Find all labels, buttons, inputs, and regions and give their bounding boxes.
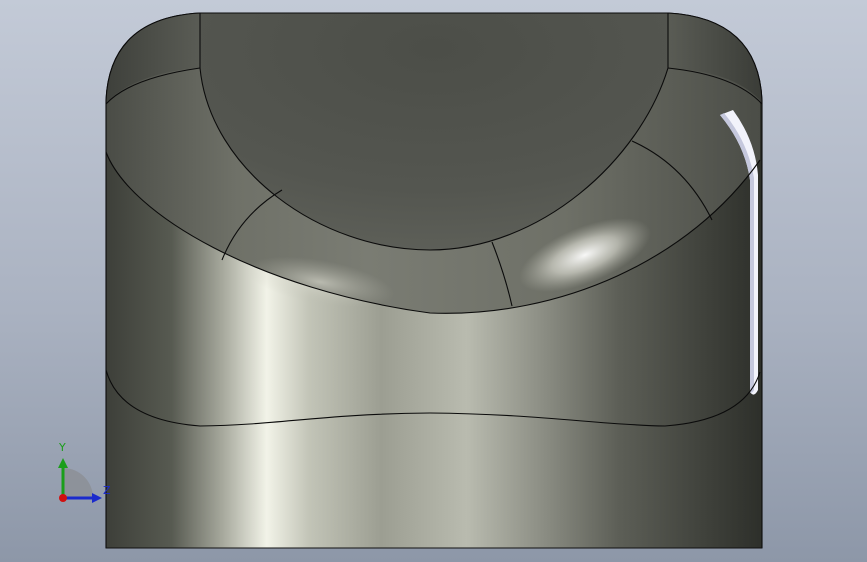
- xy-plane-indicator: [63, 468, 93, 498]
- z-axis-arrowhead: [92, 493, 102, 503]
- z-axis-label: Z: [103, 484, 111, 497]
- 3d-model-view[interactable]: [0, 0, 867, 562]
- y-axis-arrowhead: [58, 458, 68, 468]
- orientation-triad: Y Z: [52, 440, 116, 510]
- y-axis-label: Y: [59, 441, 66, 454]
- origin-point: [59, 494, 67, 502]
- graphics-viewport[interactable]: Y Z: [0, 0, 867, 562]
